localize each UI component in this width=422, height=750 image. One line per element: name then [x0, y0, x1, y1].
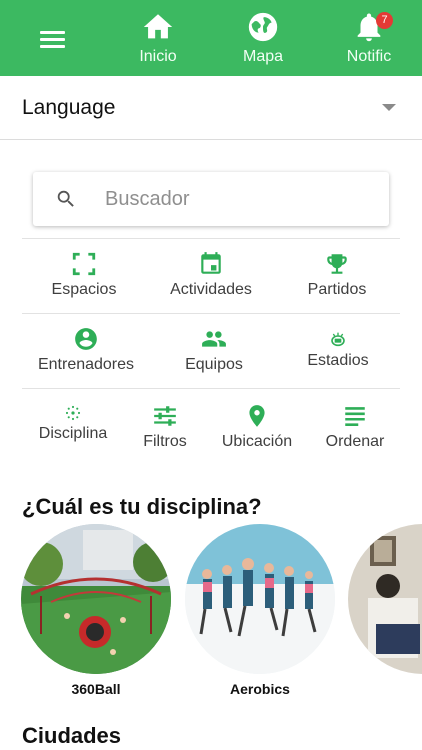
language-select[interactable]: Language: [0, 76, 422, 140]
search-input[interactable]: [105, 184, 375, 214]
discipline-card[interactable]: Aerobics: [185, 524, 335, 702]
category-label: Equipos: [185, 356, 243, 373]
fullscreen-frame-icon: [72, 252, 96, 276]
category-equipos[interactable]: Equipos: [144, 326, 284, 390]
category-estadios[interactable]: Estadios: [268, 332, 408, 396]
discipline-label: Aerobics: [230, 681, 290, 697]
sparkle-icon: [65, 405, 81, 421]
category-partidos[interactable]: Partidos: [267, 251, 407, 315]
discipline-image-partial: [348, 524, 422, 674]
category-label: Actividades: [170, 281, 252, 298]
top-app-bar: Inicio Mapa 7 Notific: [0, 0, 422, 76]
calendar-icon: [201, 252, 221, 274]
nav-inicio[interactable]: Inicio: [113, 10, 203, 70]
language-label: Language: [22, 96, 116, 119]
cities-section-title: Ciudades: [22, 723, 122, 748]
location-pin-icon: [249, 405, 265, 427]
account-circle-icon: [75, 328, 97, 350]
divider: [22, 388, 400, 389]
divider: [22, 313, 400, 314]
discipline-label: 360Ball: [71, 681, 121, 697]
globe-icon: [248, 12, 278, 42]
home-icon: [143, 14, 173, 39]
notification-count-badge: 7: [376, 12, 393, 29]
discipline-card[interactable]: [348, 524, 422, 702]
category-label: Ordenar: [325, 433, 385, 450]
category-label: Estadios: [307, 352, 369, 369]
nav-inicio-label: Inicio: [139, 48, 177, 65]
discipline-image-360ball: [21, 524, 171, 674]
category-label: Entrenadores: [37, 356, 135, 373]
nav-notific-label: Notific: [346, 48, 392, 65]
category-actividades[interactable]: Actividades: [141, 251, 281, 315]
group-icon: [202, 331, 226, 347]
trophy-icon: [327, 254, 347, 274]
sliders-icon: [154, 406, 176, 426]
nav-notific[interactable]: 7 Notific: [324, 10, 414, 70]
category-label: Partidos: [307, 281, 367, 298]
category-entrenadores[interactable]: Entrenadores: [16, 326, 156, 390]
category-espacios[interactable]: Espacios: [14, 251, 154, 315]
hamburger-menu-icon[interactable]: [40, 29, 66, 49]
disciplines-section-title: ¿Cuál es tu disciplina?: [22, 494, 262, 519]
discipline-card[interactable]: 360Ball: [21, 524, 171, 702]
discipline-image-aerobics: [185, 524, 335, 674]
nav-mapa-label: Mapa: [242, 48, 284, 65]
category-label: Espacios: [51, 281, 117, 298]
dropdown-caret-icon: [382, 104, 396, 111]
search-icon: [57, 190, 74, 207]
sort-button[interactable]: Ordenar: [285, 403, 422, 467]
sort-lines-icon: [345, 407, 365, 426]
stadium-icon: [331, 332, 345, 347]
disciplines-carousel[interactable]: 360Ball Aerobics: [0, 524, 422, 704]
nav-mapa[interactable]: Mapa: [218, 10, 308, 70]
divider: [22, 238, 400, 239]
search-box[interactable]: [33, 172, 389, 226]
